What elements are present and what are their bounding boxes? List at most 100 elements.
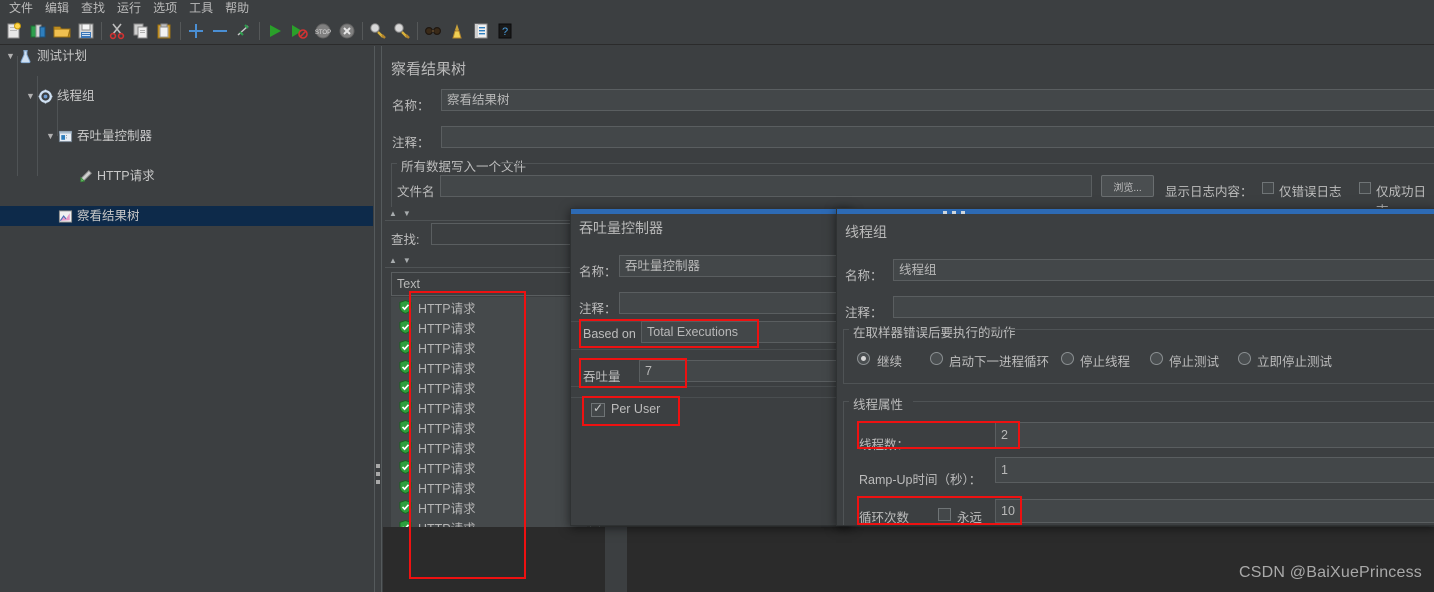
shutdown-icon[interactable] — [335, 19, 359, 43]
result-list-item[interactable]: HTTP请求 — [391, 437, 595, 457]
result-list-item[interactable]: HTTP请求 — [391, 397, 595, 417]
search-sortbar[interactable]: ▲ ▼ — [385, 207, 595, 221]
throughput-name-input[interactable]: 吞吐量控制器 — [619, 255, 851, 277]
comment-label: 注释： — [392, 132, 430, 151]
toggle-icon[interactable] — [232, 19, 256, 43]
result-list-item[interactable]: HTTP请求 — [391, 317, 595, 337]
threads-label: 线程数： — [859, 434, 909, 453]
start-no-pauses-icon[interactable] — [287, 19, 311, 43]
throughput-comment-input[interactable] — [619, 292, 851, 314]
render-sortbar[interactable]: ▲ ▼ — [385, 254, 595, 268]
dialog-grip[interactable] — [943, 210, 965, 214]
save-icon[interactable] — [74, 19, 98, 43]
new-icon[interactable] — [2, 19, 26, 43]
comment-input[interactable] — [441, 126, 1434, 148]
paste-icon[interactable] — [153, 19, 177, 43]
dialog-title-bar[interactable] — [571, 209, 851, 214]
expand-icon[interactable] — [184, 19, 208, 43]
render-selector[interactable]: Text — [391, 272, 595, 296]
chevron-down-icon[interactable]: ▼ — [4, 50, 17, 63]
name-input[interactable]: 察看结果树 — [441, 89, 1434, 111]
sort-up-icon[interactable]: ▲ — [389, 209, 397, 219]
splitter-grip[interactable] — [376, 464, 380, 484]
templates-icon[interactable] — [26, 19, 50, 43]
tree-item-view-results-tree[interactable]: 察看结果树 — [0, 206, 373, 226]
menu-file[interactable]: 文件 — [3, 0, 39, 17]
throughput-comment-label: 注释： — [579, 298, 617, 317]
menu-edit[interactable]: 编辑 — [39, 0, 75, 17]
result-list-item[interactable]: HTTP请求 — [391, 297, 595, 317]
tree-item-throughput-controller[interactable]: ▼ 吞吐量控制器 — [0, 126, 373, 146]
error-action-radio-continue[interactable] — [857, 352, 870, 365]
tree-item-label: 线程组 — [57, 88, 95, 104]
error-logs-checkbox[interactable] — [1262, 182, 1274, 194]
result-list-item[interactable]: HTTP请求 — [391, 477, 595, 497]
error-action-radio-stop-thread[interactable] — [1061, 352, 1074, 365]
menu-help[interactable]: 帮助 — [219, 0, 255, 17]
test-plan-tree[interactable]: ▼ 测试计划 ▼ 线程组 ▼ 吞吐量控制器 — [0, 46, 373, 592]
tree-spacer — [44, 210, 57, 223]
reset-search-icon[interactable] — [445, 19, 469, 43]
result-list-item[interactable]: HTTP请求 — [391, 417, 595, 437]
loop-count-input[interactable]: 10 — [995, 499, 1434, 523]
search-icon[interactable] — [421, 19, 445, 43]
result-list-item[interactable]: HTTP请求 — [391, 497, 595, 517]
menu-search[interactable]: 查找 — [75, 0, 111, 17]
throughput-controller-dialog[interactable]: 吞吐量控制器 名称： 吞吐量控制器 注释： Based on Total Exe… — [570, 208, 852, 526]
thread-group-dialog[interactable]: 线程组 名称： 线程组 注释： 在取样器错误后要执行的动作 继续 启动下一进程循… — [836, 208, 1434, 526]
stop-icon[interactable]: STOP — [311, 19, 335, 43]
error-action-radio-start-next-loop[interactable] — [930, 352, 943, 365]
sort-down-icon[interactable]: ▼ — [403, 256, 411, 266]
tree-item-thread-group[interactable]: ▼ 线程组 — [0, 86, 373, 106]
clear-all-icon[interactable] — [390, 19, 414, 43]
result-list-item[interactable]: HTTP请求 — [391, 337, 595, 357]
help-icon[interactable]: ? — [493, 19, 517, 43]
forever-checkbox[interactable] — [938, 508, 951, 521]
result-list-item[interactable]: HTTP请求 — [391, 357, 595, 377]
start-icon[interactable] — [263, 19, 287, 43]
cut-icon[interactable] — [105, 19, 129, 43]
collapse-icon[interactable] — [208, 19, 232, 43]
toolbar-separator — [417, 22, 418, 40]
result-list-item-label: HTTP请求 — [418, 378, 476, 397]
menu-options[interactable]: 选项 — [147, 0, 183, 17]
menu-bar: 文件 编辑 查找 运行 选项 工具 帮助 — [0, 0, 1434, 17]
browse-button[interactable]: 浏览... — [1101, 175, 1154, 197]
menu-run[interactable]: 运行 — [111, 0, 147, 17]
chevron-down-icon[interactable]: ▼ — [44, 130, 57, 143]
open-icon[interactable] — [50, 19, 74, 43]
success-shield-icon — [399, 460, 412, 474]
http-request-icon — [77, 168, 94, 184]
result-list-item[interactable]: HTTP请求 — [391, 377, 595, 397]
filename-input[interactable] — [440, 175, 1092, 197]
result-list-item-label: HTTP请求 — [418, 438, 476, 457]
threads-input[interactable]: 2 — [995, 422, 1434, 448]
chevron-down-icon[interactable]: ▼ — [24, 90, 37, 103]
rampup-input[interactable]: 1 — [995, 457, 1434, 483]
based-on-select[interactable]: Total Executions — [641, 321, 851, 343]
error-action-radio-stop-test-now[interactable] — [1238, 352, 1251, 365]
function-helper-icon[interactable] — [469, 19, 493, 43]
tg-comment-input[interactable] — [893, 296, 1434, 318]
sort-down-icon[interactable]: ▼ — [403, 209, 411, 219]
thread-group-icon — [37, 88, 54, 104]
toolbar-separator — [180, 22, 181, 40]
tg-name-input[interactable]: 线程组 — [893, 259, 1434, 281]
tree-item-test-plan[interactable]: ▼ 测试计划 — [0, 46, 373, 66]
copy-icon[interactable] — [129, 19, 153, 43]
left-splitter[interactable] — [373, 46, 383, 592]
result-list-item-label: HTTP请求 — [418, 458, 476, 477]
throughput-value-input[interactable]: 7 — [639, 360, 849, 382]
toolbar-separator — [101, 22, 102, 40]
test-plan-icon — [17, 48, 34, 64]
error-action-radio-stop-test[interactable] — [1150, 352, 1163, 365]
tree-item-http-request[interactable]: HTTP请求 — [0, 166, 373, 186]
result-list-item-label: HTTP请求 — [418, 498, 476, 517]
success-logs-checkbox[interactable] — [1359, 182, 1371, 194]
clear-icon[interactable] — [366, 19, 390, 43]
menu-tools[interactable]: 工具 — [183, 0, 219, 17]
result-list-item[interactable]: HTTP请求 — [391, 457, 595, 477]
per-user-checkbox[interactable] — [591, 403, 605, 417]
sort-up-icon[interactable]: ▲ — [389, 256, 397, 266]
dialog-title-bar[interactable] — [837, 209, 1434, 214]
